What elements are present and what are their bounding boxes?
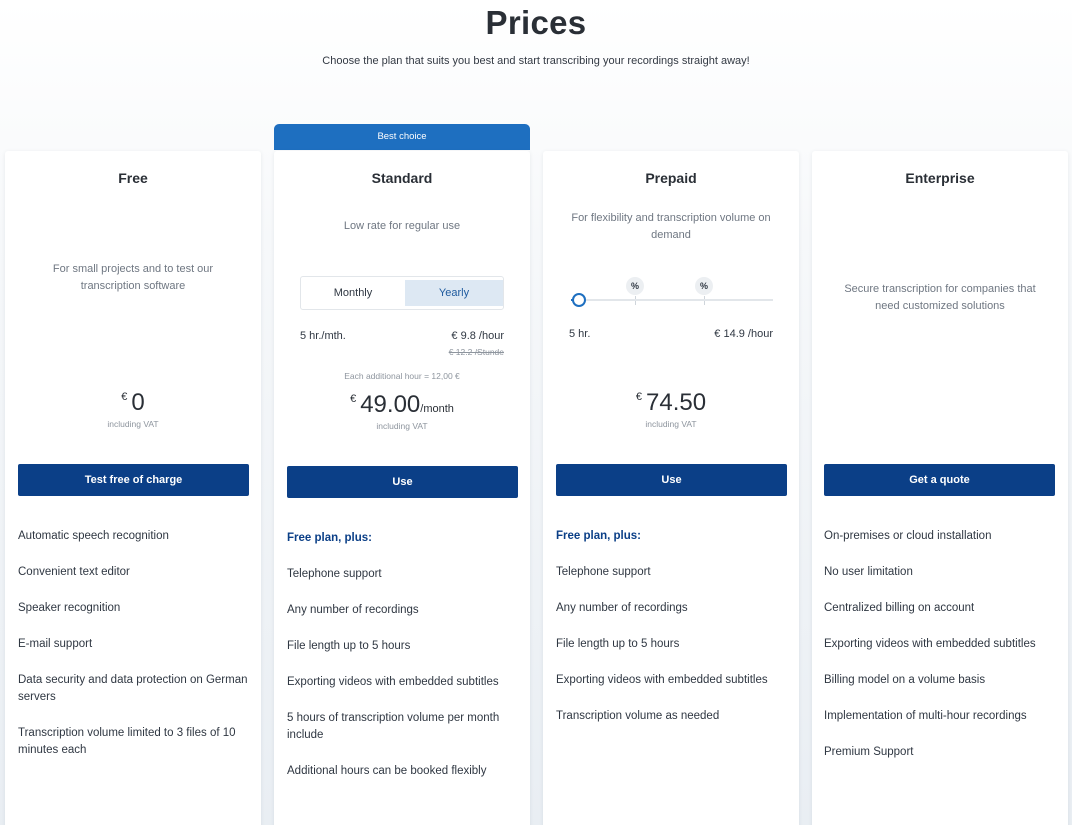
plus-label: Free plan, plus: [556, 530, 641, 542]
plan-description: For small projects and to test our trans… [52, 263, 214, 292]
hourly-rate: € 14.9 /hour [714, 328, 773, 340]
list-item: Convenient text editor [18, 566, 130, 578]
vat-note: including VAT [376, 421, 428, 431]
use-standard-button[interactable]: Use [287, 466, 518, 498]
plan-price: €0 [5, 389, 261, 417]
toggle-yearly[interactable]: Yearly [405, 280, 503, 306]
list-item: No user limitation [824, 566, 913, 578]
list-item: Automatic speech recognition [18, 530, 169, 542]
plan-price: €74.50 [543, 389, 799, 417]
price-amount: 0 [131, 389, 145, 416]
hourly-rate: € 9.8 /hour [451, 330, 504, 342]
list-item: Any number of recordings [287, 604, 419, 616]
list-item: Implementation of multi-hour recordings [824, 710, 1027, 722]
list-item: Exporting videos with embedded subtitles [287, 676, 499, 688]
list-item: 5 hours of transcription volume per mont… [287, 712, 500, 741]
plan-description: Secure transcription for companies that … [844, 283, 1036, 312]
feature-list: On-premises or cloud installation No use… [824, 528, 1056, 780]
hours-row: 5 hr. € 14.9 /hour [569, 328, 773, 340]
list-item: Speaker recognition [18, 602, 121, 614]
price-amount: 74.50 [646, 389, 707, 416]
currency-symbol: € [635, 391, 643, 403]
list-item: E-mail support [18, 638, 93, 650]
percent-icon: % [695, 277, 713, 295]
list-item: Centralized billing on account [824, 602, 975, 614]
list-item: Billing model on a volume basis [824, 674, 986, 686]
hours-slider-handle[interactable] [572, 293, 586, 307]
test-free-button[interactable]: Test free of charge [18, 464, 249, 496]
hours-label: 5 hr./mth. [300, 330, 346, 342]
use-prepaid-button[interactable]: Use [556, 464, 787, 496]
percent-icon: % [626, 277, 644, 295]
list-item: Exporting videos with embedded subtitles [824, 638, 1036, 650]
hours-slider-track[interactable] [571, 299, 773, 301]
feature-list: Free plan, plus: Telephone support Any n… [556, 528, 788, 744]
plan-description: Low rate for regular use [343, 220, 461, 232]
list-item: Transcription volume as needed [556, 710, 720, 722]
page-title: Prices [485, 4, 587, 41]
billing-toggle: Monthly Yearly [300, 276, 504, 310]
plan-description: For flexibility and transcription volume… [571, 212, 771, 241]
plan-card-free: Free For small projects and to test our … [5, 151, 261, 825]
list-item: Exporting videos with embedded subtitles [556, 674, 768, 686]
currency-symbol: € [350, 393, 357, 405]
plan-card-prepaid: Prepaid For flexibility and transcriptio… [543, 151, 799, 825]
list-item: Telephone support [287, 568, 382, 580]
additional-hour-note: Each additional hour = 12,00 € [344, 371, 460, 381]
list-item: Premium Support [824, 746, 914, 758]
vat-note: including VAT [645, 419, 697, 429]
list-item: Additional hours can be booked flexibly [287, 765, 487, 777]
plus-label: Free plan, plus: [287, 532, 372, 544]
hours-row: 5 hr./mth. € 9.8 /hour [300, 330, 504, 342]
price-period: /month [420, 403, 454, 415]
plan-card-standard: Standard Low rate for regular use Monthl… [274, 151, 530, 825]
list-item: Any number of recordings [556, 602, 688, 614]
plan-name: Standard [371, 170, 433, 186]
feature-list: Free plan, plus: Telephone support Any n… [287, 530, 519, 799]
list-item: Data security and data protection on Ger… [18, 674, 248, 703]
list-item: File length up to 5 hours [556, 638, 680, 650]
plan-card-enterprise: Enterprise Secure transcription for comp… [812, 151, 1068, 825]
vat-note: including VAT [107, 419, 159, 429]
toggle-monthly[interactable]: Monthly [304, 280, 402, 306]
list-item: File length up to 5 hours [287, 640, 411, 652]
currency-symbol: € [121, 391, 128, 403]
plan-name: Enterprise [905, 170, 975, 186]
old-rate: € 12.2 /Stunde [448, 347, 504, 357]
plan-name: Prepaid [645, 170, 697, 186]
hours-label: 5 hr. [569, 328, 591, 340]
plan-name: Free [118, 170, 148, 186]
price-amount: 49.00 [360, 391, 421, 418]
get-quote-button[interactable]: Get a quote [824, 464, 1055, 496]
page-subtitle: Choose the plan that suits you best and … [322, 55, 750, 67]
plan-price: €49.00/month [274, 391, 530, 419]
list-item: On-premises or cloud installation [824, 530, 992, 542]
best-choice-badge: Best choice [274, 124, 530, 150]
list-item: Telephone support [556, 566, 651, 578]
list-item: Transcription volume limited to 3 files … [18, 727, 236, 756]
feature-list: Automatic speech recognition Convenient … [18, 528, 250, 778]
